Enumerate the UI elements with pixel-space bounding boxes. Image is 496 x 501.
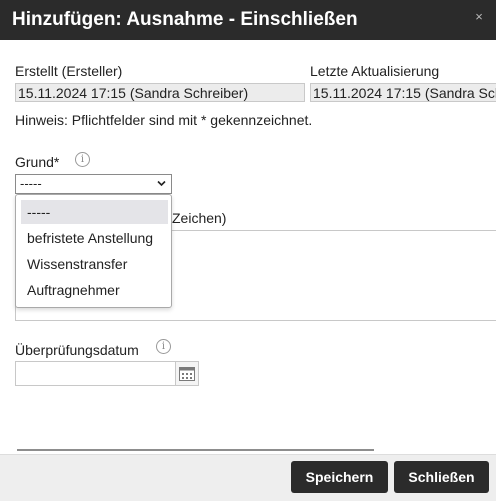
dialog-titlebar: Hinzufügen: Ausnahme - Einschließen ×: [0, 0, 496, 40]
chevron-down-icon: [157, 180, 166, 187]
dropdown-option[interactable]: Auftragnehmer: [21, 278, 168, 302]
comment-label: Zeichen): [172, 210, 227, 226]
reason-label: Grund*: [15, 154, 60, 170]
review-date-label: Überprüfungsdatum: [15, 342, 139, 358]
dropdown-option[interactable]: Wissenstransfer: [21, 252, 168, 276]
required-hint: Hinweis: Pflichtfelder sind mit * gekenn…: [15, 112, 313, 128]
save-button[interactable]: Speichern: [291, 461, 388, 493]
reason-dropdown-list: ----- befristete Anstellung Wissenstrans…: [15, 194, 172, 308]
info-icon[interactable]: i: [156, 339, 171, 354]
calendar-icon: [179, 367, 195, 381]
dialog-title: Hinzufügen: Ausnahme - Einschließen: [12, 9, 358, 30]
horizontal-scrollbar[interactable]: [17, 449, 374, 451]
dropdown-option[interactable]: befristete Anstellung: [21, 226, 168, 250]
dropdown-option[interactable]: -----: [21, 200, 168, 224]
updated-field: 15.11.2024 17:15 (Sandra Schreiber): [310, 83, 496, 102]
close-button[interactable]: Schließen: [394, 461, 489, 493]
close-icon[interactable]: ×: [472, 10, 486, 24]
reason-select-value: -----: [20, 176, 42, 191]
info-icon[interactable]: i: [75, 152, 90, 167]
reason-select[interactable]: -----: [15, 174, 172, 194]
created-label: Erstellt (Ersteller): [15, 63, 123, 79]
review-date-input[interactable]: [15, 361, 175, 386]
updated-label: Letzte Aktualisierung: [310, 63, 440, 79]
created-field: 15.11.2024 17:15 (Sandra Schreiber): [15, 83, 305, 102]
calendar-button[interactable]: [175, 361, 199, 386]
